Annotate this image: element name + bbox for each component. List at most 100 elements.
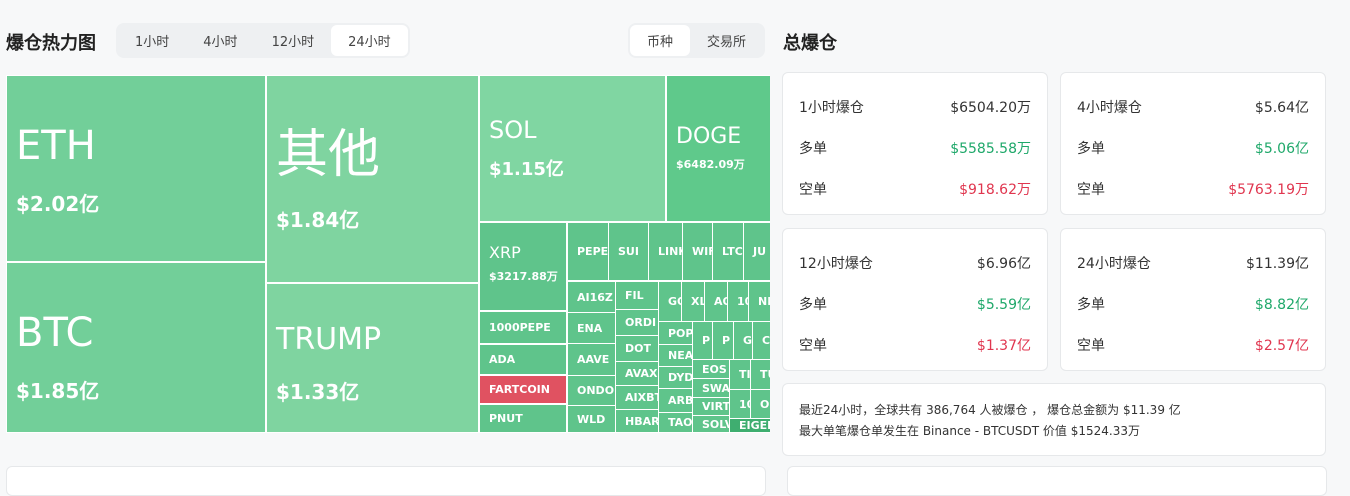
- treemap-tile-10[interactable]: 10: [727, 281, 749, 322]
- treemap-tile-eth[interactable]: ETH $2.02亿: [6, 75, 266, 262]
- tile-symbol: JU: [753, 245, 767, 258]
- tile-value: $6482.09万: [676, 158, 745, 172]
- treemap-tile-swa[interactable]: SWA: [692, 378, 730, 398]
- treemap-tile-sui[interactable]: SUI: [608, 222, 649, 281]
- tile-symbol: TU: [760, 368, 770, 381]
- tile-symbol: AAVE: [577, 353, 610, 366]
- tab-coin[interactable]: 币种: [630, 25, 691, 56]
- tile-symbol: P: [722, 334, 731, 347]
- short-label: 空单: [1077, 181, 1105, 198]
- treemap-tile-btc[interactable]: BTC $1.85亿: [6, 262, 266, 433]
- tile-symbol: DYD: [668, 371, 693, 384]
- tile-value: $1.85亿: [16, 379, 100, 403]
- tile-symbol: HBAR: [625, 414, 659, 428]
- tab-4h[interactable]: 4小时: [186, 25, 254, 56]
- treemap-tile-tu[interactable]: TU: [750, 359, 770, 390]
- treemap-tile-link[interactable]: LINK: [648, 222, 683, 281]
- tile-symbol: TRUMP: [276, 322, 382, 357]
- summary-card: 24小时爆仓 $11.39亿 多单 $8.82亿 空单 $2.57亿: [1060, 228, 1326, 371]
- tile-symbol: LTC: [722, 245, 743, 258]
- group-tabs: 币种 交易所: [628, 23, 766, 58]
- long-label: 多单: [799, 140, 827, 157]
- treemap-tile-solv[interactable]: SOLV: [692, 415, 730, 433]
- treemap-tile-arb[interactable]: ARB: [658, 388, 693, 413]
- tile-symbol: DOGE: [676, 124, 742, 149]
- treemap-tile-fil[interactable]: FIL: [615, 281, 659, 310]
- treemap-tile-o[interactable]: O: [750, 389, 770, 419]
- treemap-tile-ondo[interactable]: ONDO: [567, 375, 616, 406]
- treemap-tile-xl[interactable]: XL: [681, 281, 705, 322]
- treemap-tile-10[interactable]: 10: [729, 389, 751, 419]
- short-label: 空单: [1077, 337, 1105, 354]
- treemap-tile-1000pepe[interactable]: 1000PEPE: [479, 311, 567, 344]
- tab-24h[interactable]: 24小时: [331, 25, 408, 56]
- tile-symbol: GO: [668, 295, 681, 308]
- tab-exchange[interactable]: 交易所: [690, 25, 763, 56]
- treemap-tile-ju[interactable]: JU: [743, 222, 770, 281]
- heatmap-title: 爆仓热力图: [6, 33, 96, 54]
- summary-title: 总爆仓: [783, 33, 837, 54]
- treemap-tile-trump[interactable]: TRUMP $1.33亿: [266, 283, 479, 433]
- tile-symbol: WIF: [692, 245, 712, 258]
- treemap-tile-eos[interactable]: EOS: [692, 359, 730, 379]
- treemap-tile-ne[interactable]: NE: [748, 281, 770, 322]
- liquidation-treemap: ETH $2.02亿 BTC $1.85亿 其他 $1.84亿 TRUMP $1.33亿 SOL…: [6, 75, 770, 433]
- long-value: $5.59亿: [976, 296, 1031, 313]
- tile-symbol: FARTCOIN: [489, 383, 550, 396]
- treemap-tile-nea[interactable]: NEA: [658, 344, 693, 367]
- treemap-tile-eigen[interactable]: EIGEN: [729, 418, 770, 433]
- long-value: $5585.58万: [950, 140, 1031, 157]
- tile-symbol: POP: [668, 326, 693, 340]
- tile-value: $2.02亿: [16, 192, 100, 216]
- tile-symbol: SOLV: [702, 417, 729, 431]
- summary-info-card: 最近24小时，全球共有 386,764 人被爆仓 ， 爆仓总金额为 $11.39…: [782, 383, 1326, 456]
- short-label: 空单: [799, 337, 827, 354]
- treemap-tile-go[interactable]: GO: [658, 281, 682, 322]
- treemap-tile-fartcoin[interactable]: FARTCOIN: [479, 375, 567, 404]
- treemap-tile-virt[interactable]: VIRT: [692, 397, 730, 416]
- treemap-tile-tao[interactable]: TAO: [658, 412, 693, 433]
- tab-12h[interactable]: 12小时: [255, 25, 332, 56]
- treemap-tile-p[interactable]: P: [692, 321, 713, 360]
- treemap-tile-wld[interactable]: WLD: [567, 405, 616, 433]
- treemap-tile-pnut[interactable]: PNUT: [479, 404, 567, 433]
- short-label: 空单: [799, 181, 827, 198]
- tile-symbol: AO: [714, 295, 727, 308]
- treemap-tile-ao[interactable]: AO: [704, 281, 728, 322]
- treemap-tile-ordi[interactable]: ORDI: [615, 309, 659, 336]
- treemap-tile-ai16z[interactable]: AI16Z: [567, 281, 616, 313]
- treemap-tile-pop[interactable]: POP: [658, 321, 693, 345]
- tile-symbol: 1000PEPE: [489, 321, 551, 334]
- treemap-tile-ada[interactable]: ADA: [479, 344, 567, 375]
- treemap-tile-aixbt[interactable]: AIXBT: [615, 385, 659, 410]
- treemap-tile-ena[interactable]: ENA: [567, 312, 616, 344]
- treemap-tile-其他[interactable]: 其他 $1.84亿: [266, 75, 479, 283]
- treemap-tile-avax[interactable]: AVAX: [615, 361, 659, 386]
- tile-symbol: G: [743, 334, 753, 347]
- treemap-tile-xrp[interactable]: XRP $3217.88万: [479, 222, 567, 311]
- tile-symbol: WLD: [577, 412, 606, 426]
- tile-symbol: O: [760, 397, 770, 411]
- treemap-tile-g[interactable]: G: [733, 321, 753, 360]
- treemap-tile-p[interactable]: P: [712, 321, 734, 360]
- tile-symbol: VIRT: [702, 400, 730, 413]
- tile-symbol: SWA: [702, 381, 730, 395]
- treemap-tile-sol[interactable]: SOL $1.15亿: [479, 75, 666, 222]
- treemap-tile-c[interactable]: C: [752, 321, 770, 360]
- treemap-tile-doge[interactable]: DOGE $6482.09万: [666, 75, 770, 222]
- long-value: $5.06亿: [1254, 140, 1309, 157]
- info-line-2: 最大单笔爆仓单发生在 Binance - BTCUSDT 价值 $1524.33…: [799, 424, 1140, 438]
- treemap-tile-ltc[interactable]: LTC: [712, 222, 744, 281]
- treemap-tile-hbar[interactable]: HBAR: [615, 409, 659, 433]
- summary-card: 1小时爆仓 $6504.20万 多单 $5585.58万 空单 $918.62万: [782, 72, 1048, 215]
- treemap-tile-pepe[interactable]: PEPE: [567, 222, 609, 281]
- treemap-tile-wif[interactable]: WIF: [682, 222, 713, 281]
- treemap-tile-dyd[interactable]: DYD: [658, 366, 693, 389]
- tile-symbol: PNUT: [489, 412, 523, 425]
- treemap-tile-dot[interactable]: DOT: [615, 335, 659, 362]
- tab-1h[interactable]: 1小时: [118, 25, 186, 56]
- treemap-tile-aave[interactable]: AAVE: [567, 343, 616, 376]
- tile-symbol: TI: [739, 368, 751, 381]
- treemap-tile-ti[interactable]: TI: [729, 359, 751, 390]
- card-label: 1小时爆仓: [799, 99, 864, 116]
